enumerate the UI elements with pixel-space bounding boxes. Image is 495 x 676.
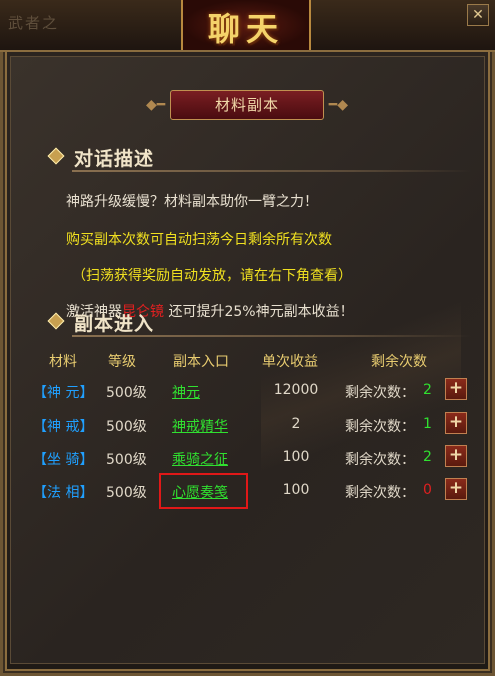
table-row: 【神 元】 500级 神元 12000 剩余次数： 2 +	[0, 374, 495, 408]
window-title: 聊天	[207, 10, 284, 48]
category-plaque: ◆━ 材料副本 ━◆	[140, 86, 354, 124]
remaining-count: 1	[423, 416, 432, 432]
buy-attempts-button[interactable]: +	[445, 412, 467, 434]
gain-value: 12000	[273, 382, 319, 398]
col-header-material: 材料	[49, 354, 77, 370]
remaining-count: 2	[423, 449, 432, 465]
gain-value: 2	[291, 416, 301, 432]
level-value: 500级	[106, 452, 147, 468]
remaining-count: 2	[423, 382, 432, 398]
desc-line-3: （扫荡获得奖励自动发放，请在右下角查看）	[72, 268, 352, 284]
gain-value: 100	[282, 449, 310, 465]
col-header-gain: 单次收益	[262, 354, 318, 370]
dungeon-entry-link[interactable]: 乘骑之征	[172, 449, 228, 469]
dungeon-entry-link[interactable]: 神戒精华	[172, 416, 228, 436]
level-value: 500级	[106, 485, 147, 501]
dialog-section-title: 对话描述	[74, 148, 155, 170]
material-name: 【神 戒】	[33, 419, 94, 435]
col-header-remaining: 剩余次数	[371, 354, 427, 370]
table-row: 【神 戒】 500级 神戒精华 2 剩余次数： 1 +	[0, 408, 495, 442]
highlight-box	[159, 473, 248, 509]
dungeon-entry-link[interactable]: 神元	[172, 382, 200, 402]
col-header-entry: 副本入口	[173, 354, 229, 370]
title-bar-deco-text: 武者之	[8, 14, 60, 32]
gain-value: 100	[282, 482, 310, 498]
desc-line-2: 购买副本次数可自动扫荡今日剩余所有次数	[66, 232, 332, 248]
level-value: 500级	[106, 385, 147, 401]
remaining-label: 剩余次数：	[345, 385, 415, 401]
section-divider	[72, 335, 472, 337]
remaining-label: 剩余次数：	[345, 452, 415, 468]
ornament-right-icon: ━◆	[328, 97, 348, 113]
title-bar: 武者之 聊天	[0, 0, 495, 52]
remaining-count: 0	[423, 482, 432, 498]
material-name: 【法 相】	[33, 485, 94, 501]
section-divider	[72, 170, 472, 172]
col-header-level: 等级	[108, 354, 136, 370]
level-value: 500级	[106, 419, 147, 435]
material-name: 【坐 骑】	[33, 452, 94, 468]
material-name: 【神 元】	[33, 385, 94, 401]
buy-attempts-button[interactable]: +	[445, 478, 467, 500]
buy-attempts-button[interactable]: +	[445, 445, 467, 467]
boost-suffix: 还可提升25%神元副本收益！	[168, 304, 354, 320]
category-plaque-label: 材料副本	[170, 90, 324, 120]
remaining-label: 剩余次数：	[345, 485, 415, 501]
remaining-label: 剩余次数：	[345, 419, 415, 435]
close-button[interactable]: ✕	[467, 4, 489, 26]
dungeon-section-title: 副本进入	[74, 313, 155, 335]
table-row: 【坐 骑】 500级 乘骑之征 100 剩余次数： 2 +	[0, 441, 495, 475]
desc-line-1: 神路升级缓慢？材料副本助你一臂之力！	[66, 194, 318, 210]
buy-attempts-button[interactable]: +	[445, 378, 467, 400]
